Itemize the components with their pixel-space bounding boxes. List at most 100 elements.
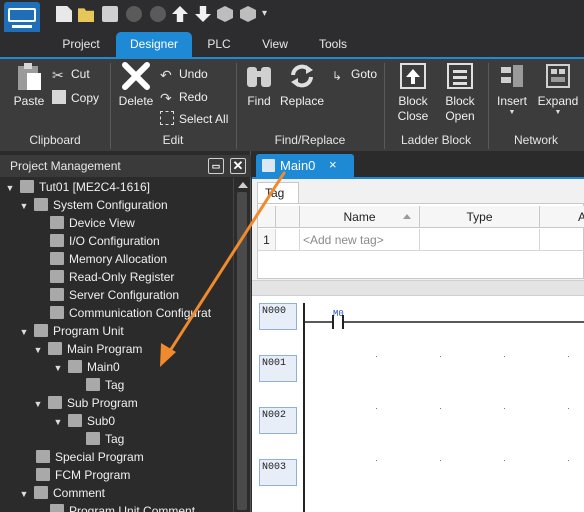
arrow-up-icon[interactable] bbox=[172, 6, 188, 22]
contact-m0-rung[interactable] bbox=[305, 314, 584, 330]
insert-button[interactable]: Insert ▼ bbox=[492, 61, 532, 116]
tree-node-label: Special Program bbox=[55, 450, 144, 464]
paste-button[interactable]: Paste bbox=[8, 61, 50, 108]
tab-project[interactable]: Project bbox=[52, 32, 110, 57]
tab-view[interactable]: View bbox=[250, 32, 300, 57]
arrow-down-icon[interactable] bbox=[195, 6, 211, 22]
expand-dropdown-arrow-icon[interactable]: ▼ bbox=[536, 109, 580, 116]
grid-dot bbox=[504, 356, 505, 357]
block-close-button[interactable]: Block Close bbox=[392, 61, 434, 124]
tree-node-sub-program[interactable]: ▼ Sub Program bbox=[32, 394, 138, 412]
expand-arrow-icon[interactable]: ▼ bbox=[52, 359, 64, 377]
undo-button[interactable]: ↶ Undo bbox=[160, 65, 208, 83]
rung-number[interactable]: N001 bbox=[259, 355, 297, 382]
tree-node-label: Program Unit bbox=[53, 324, 124, 338]
scrollbar-thumb[interactable] bbox=[237, 192, 247, 510]
goto-button[interactable]: ↳ Goto bbox=[332, 65, 377, 83]
tree-node-fcm-program[interactable]: FCM Program bbox=[32, 466, 130, 484]
tree-node-program-unit[interactable]: ▼ Program Unit bbox=[18, 322, 124, 340]
select-all-label: Select All bbox=[179, 112, 229, 126]
save-icon[interactable] bbox=[102, 6, 118, 22]
tree-node-project[interactable]: ▼ Tut01 [ME2C4-1616] bbox=[4, 178, 150, 196]
tree-node-sub0-tag[interactable]: Tag bbox=[82, 430, 124, 448]
tree-node-comment[interactable]: ▼ Comment bbox=[18, 484, 105, 502]
grid-dot bbox=[504, 460, 505, 461]
tree-node-main0-tag[interactable]: Tag bbox=[82, 376, 124, 394]
more-icon[interactable]: ▾ bbox=[262, 8, 272, 24]
document-tab-label: Main0 bbox=[280, 158, 316, 173]
document-tab-main0[interactable]: Main0 × bbox=[256, 154, 354, 177]
close-panel-icon[interactable]: ✕ bbox=[230, 158, 246, 174]
rung-number[interactable]: N003 bbox=[259, 459, 297, 486]
tree-node-device-view[interactable]: Device View bbox=[46, 214, 135, 232]
row-select-cell[interactable] bbox=[276, 229, 300, 251]
cube-icon[interactable] bbox=[240, 6, 256, 22]
find-button[interactable]: Find bbox=[242, 61, 276, 108]
app-logo-icon[interactable] bbox=[4, 2, 40, 34]
tree-node-sub0[interactable]: ▼ Sub0 bbox=[52, 412, 115, 430]
column-header-name[interactable]: Name bbox=[300, 206, 420, 228]
grid-dot bbox=[440, 356, 441, 357]
copy-button[interactable]: Copy bbox=[52, 89, 99, 107]
tree-node-label: Memory Allocation bbox=[69, 252, 168, 266]
row-index-cell: 1 bbox=[258, 229, 276, 251]
expand-arrow-icon[interactable]: ▼ bbox=[52, 413, 64, 431]
expand-arrow-icon[interactable]: ▼ bbox=[32, 341, 44, 359]
column-header-type[interactable]: Type bbox=[420, 206, 540, 228]
add-new-tag-cell[interactable]: <Add new tag> bbox=[300, 229, 420, 251]
expand-arrow-icon[interactable]: ▼ bbox=[18, 323, 30, 341]
redo-button[interactable]: ↷ Redo bbox=[160, 88, 208, 106]
sort-arrow-icon bbox=[403, 214, 411, 219]
delete-button[interactable]: Delete bbox=[114, 61, 158, 108]
tree-node-io-configuration[interactable]: I/O Configuration bbox=[46, 232, 160, 250]
rung-number[interactable]: N000 bbox=[259, 303, 297, 330]
tree-node-label: Read-Only Register bbox=[69, 270, 175, 284]
select-all-button[interactable]: Select All bbox=[160, 110, 228, 128]
cube-icon[interactable] bbox=[217, 6, 233, 22]
stop-icon[interactable] bbox=[150, 6, 166, 22]
tree-node-server-configuration[interactable]: Server Configuration bbox=[46, 286, 179, 304]
tab-tag[interactable]: Tag bbox=[257, 182, 299, 203]
new-document-icon[interactable] bbox=[56, 6, 72, 22]
tree-node-label: Main Program bbox=[67, 342, 143, 356]
io-icon bbox=[50, 234, 64, 247]
expand-button[interactable]: Expand ▼ bbox=[536, 61, 580, 116]
rung-number[interactable]: N002 bbox=[259, 407, 297, 434]
ribbon-tab-bar: Project Designer PLC View Tools bbox=[0, 32, 584, 57]
tree-scrollbar[interactable] bbox=[233, 178, 250, 512]
close-tab-icon[interactable]: × bbox=[329, 157, 337, 172]
record-icon[interactable] bbox=[126, 6, 142, 22]
project-management-panel: Project Management ▭ ✕ ▼ Tut01 [ME2C4-161… bbox=[0, 151, 251, 512]
scroll-up-arrow-icon[interactable] bbox=[238, 182, 248, 188]
tree-node-memory-allocation[interactable]: Memory Allocation bbox=[46, 250, 167, 268]
tree-node-read-only-register[interactable]: Read-Only Register bbox=[46, 268, 174, 286]
copy-icon bbox=[52, 90, 66, 104]
tree-node-special-program[interactable]: Special Program bbox=[32, 448, 144, 466]
ladder-editor[interactable]: N000 N001 N002 N003 M0 bbox=[252, 296, 584, 512]
float-panel-icon[interactable]: ▭ bbox=[208, 158, 224, 174]
cut-button[interactable]: ✂ Cut bbox=[52, 65, 90, 83]
tab-designer[interactable]: Designer bbox=[116, 32, 192, 57]
insert-dropdown-arrow-icon[interactable]: ▼ bbox=[492, 109, 532, 116]
third-cell[interactable] bbox=[540, 229, 584, 251]
tab-tools[interactable]: Tools bbox=[308, 32, 358, 57]
replace-button[interactable]: Replace bbox=[280, 61, 324, 108]
type-cell[interactable] bbox=[420, 229, 540, 251]
delete-label: Delete bbox=[118, 94, 154, 108]
tree-node-program-unit-comment[interactable]: Program Unit Comment bbox=[46, 502, 195, 512]
tree-node-main-program[interactable]: ▼ Main Program bbox=[32, 340, 142, 358]
open-folder-icon[interactable] bbox=[78, 8, 94, 22]
tree-node-main0[interactable]: ▼ Main0 bbox=[52, 358, 120, 376]
expand-arrow-icon[interactable]: ▼ bbox=[4, 179, 16, 197]
expand-arrow-icon[interactable]: ▼ bbox=[18, 485, 30, 503]
grid-dot bbox=[568, 408, 569, 409]
expand-arrow-icon[interactable]: ▼ bbox=[32, 395, 44, 413]
block-open-button[interactable]: Block Open bbox=[440, 61, 480, 124]
tree-node-communication-configuration[interactable]: Communication Configurat bbox=[46, 304, 211, 322]
group-label-network: Network bbox=[513, 133, 558, 147]
editor-splitter[interactable] bbox=[252, 280, 584, 296]
tab-plc[interactable]: PLC bbox=[196, 32, 242, 57]
expand-arrow-icon[interactable]: ▼ bbox=[18, 197, 30, 215]
tree-node-system-configuration[interactable]: ▼ System Configuration bbox=[18, 196, 168, 214]
column-header-third[interactable]: A bbox=[540, 206, 584, 228]
